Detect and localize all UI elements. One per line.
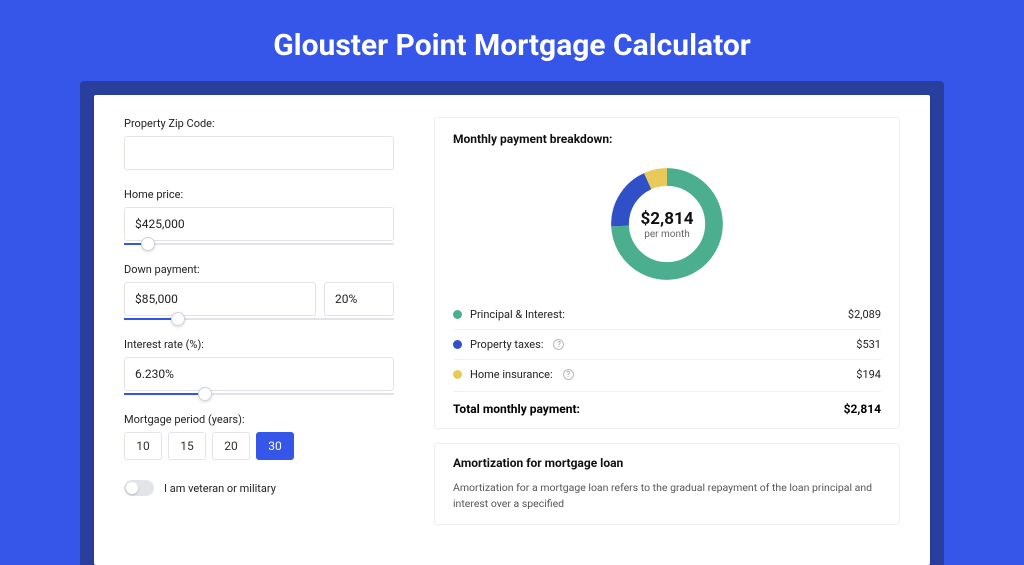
- down-amount-input[interactable]: [124, 282, 316, 316]
- price-input[interactable]: [124, 207, 394, 241]
- legend-row: Principal & Interest: $2,089: [453, 300, 881, 329]
- price-group: Home price:: [124, 188, 394, 245]
- down-group: Down payment:: [124, 263, 394, 320]
- legend-row: Property taxes:? $531: [453, 329, 881, 359]
- down-percent-input[interactable]: [324, 282, 394, 316]
- period-button-20[interactable]: 20: [212, 432, 250, 460]
- legend-value: $2,089: [848, 308, 881, 321]
- slider-thumb[interactable]: [171, 312, 185, 326]
- legend-value: $194: [856, 368, 881, 381]
- legend-label: Principal & Interest:: [470, 308, 565, 321]
- donut-value: $2,814: [641, 209, 694, 229]
- info-icon[interactable]: ?: [553, 339, 564, 350]
- amortization-card: Amortization for mortgage loan Amortizat…: [434, 443, 900, 525]
- slider-thumb[interactable]: [198, 387, 212, 401]
- total-row: Total monthly payment: $2,814: [453, 391, 881, 418]
- zip-label: Property Zip Code:: [124, 117, 394, 130]
- total-value: $2,814: [844, 402, 881, 416]
- price-slider[interactable]: [124, 243, 394, 245]
- period-button-10[interactable]: 10: [124, 432, 162, 460]
- down-label: Down payment:: [124, 263, 394, 276]
- info-icon[interactable]: ?: [563, 369, 574, 380]
- rate-label: Interest rate (%):: [124, 338, 394, 351]
- period-label: Mortgage period (years):: [124, 413, 394, 426]
- legend-dot: [453, 370, 462, 379]
- zip-input[interactable]: [124, 136, 394, 170]
- legend-dot: [453, 310, 462, 319]
- rate-group: Interest rate (%):: [124, 338, 394, 395]
- period-button-15[interactable]: 15: [168, 432, 206, 460]
- period-button-30[interactable]: 30: [256, 432, 294, 460]
- calculator-panel: Property Zip Code: Home price: Down paym…: [94, 95, 930, 565]
- hero: Glouster Point Mortgage Calculator: [0, 0, 1024, 81]
- slider-thumb[interactable]: [141, 237, 155, 251]
- page-title: Glouster Point Mortgage Calculator: [0, 28, 1024, 63]
- legend-row: Home insurance:? $194: [453, 359, 881, 389]
- legend-value: $531: [856, 338, 881, 351]
- rate-input[interactable]: [124, 357, 394, 391]
- total-label: Total monthly payment:: [453, 402, 580, 416]
- legend-label: Home insurance:: [470, 368, 553, 381]
- veteran-toggle[interactable]: [124, 480, 154, 496]
- down-slider[interactable]: [124, 318, 394, 320]
- veteran-row: I am veteran or military: [124, 480, 394, 496]
- legend-dot: [453, 340, 462, 349]
- veteran-label: I am veteran or military: [164, 482, 276, 495]
- rate-slider[interactable]: [124, 393, 394, 395]
- legend-label: Property taxes:: [470, 338, 543, 351]
- breakdown-card: Monthly payment breakdown: $2,814 per mo…: [434, 117, 900, 429]
- price-label: Home price:: [124, 188, 394, 201]
- results-column: Monthly payment breakdown: $2,814 per mo…: [434, 117, 900, 525]
- donut-chart: $2,814 per month: [453, 156, 881, 300]
- stage: Property Zip Code: Home price: Down paym…: [80, 81, 944, 565]
- breakdown-title: Monthly payment breakdown:: [453, 132, 881, 146]
- period-group: Mortgage period (years): 10152030: [124, 413, 394, 460]
- zip-group: Property Zip Code:: [124, 117, 394, 170]
- form-column: Property Zip Code: Home price: Down paym…: [124, 117, 394, 525]
- amortization-text: Amortization for a mortgage loan refers …: [453, 480, 881, 512]
- amortization-title: Amortization for mortgage loan: [453, 456, 881, 470]
- donut-sublabel: per month: [644, 229, 690, 240]
